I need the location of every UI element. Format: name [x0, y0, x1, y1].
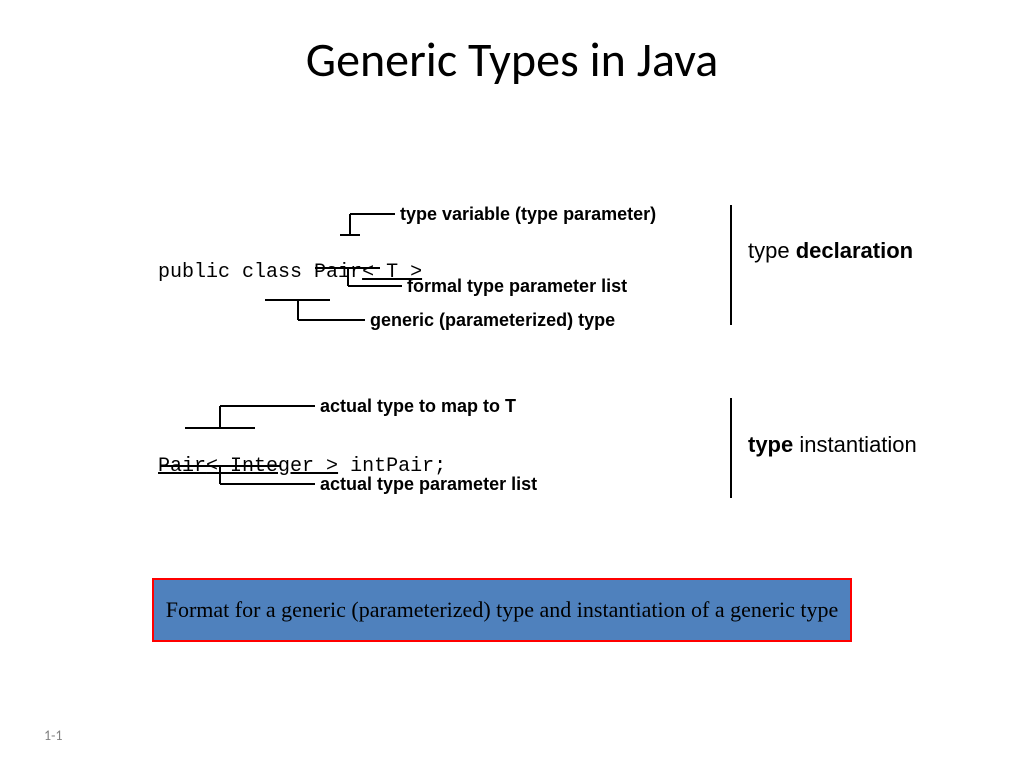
caption-text: Format for a generic (parameterized) typ… — [166, 597, 839, 622]
inst-connectors — [0, 0, 1024, 768]
page-number: 1-1 — [44, 727, 62, 744]
caption-box: Format for a generic (parameterized) typ… — [152, 578, 852, 642]
slide: Generic Types in Java public class Pair<… — [0, 0, 1024, 768]
